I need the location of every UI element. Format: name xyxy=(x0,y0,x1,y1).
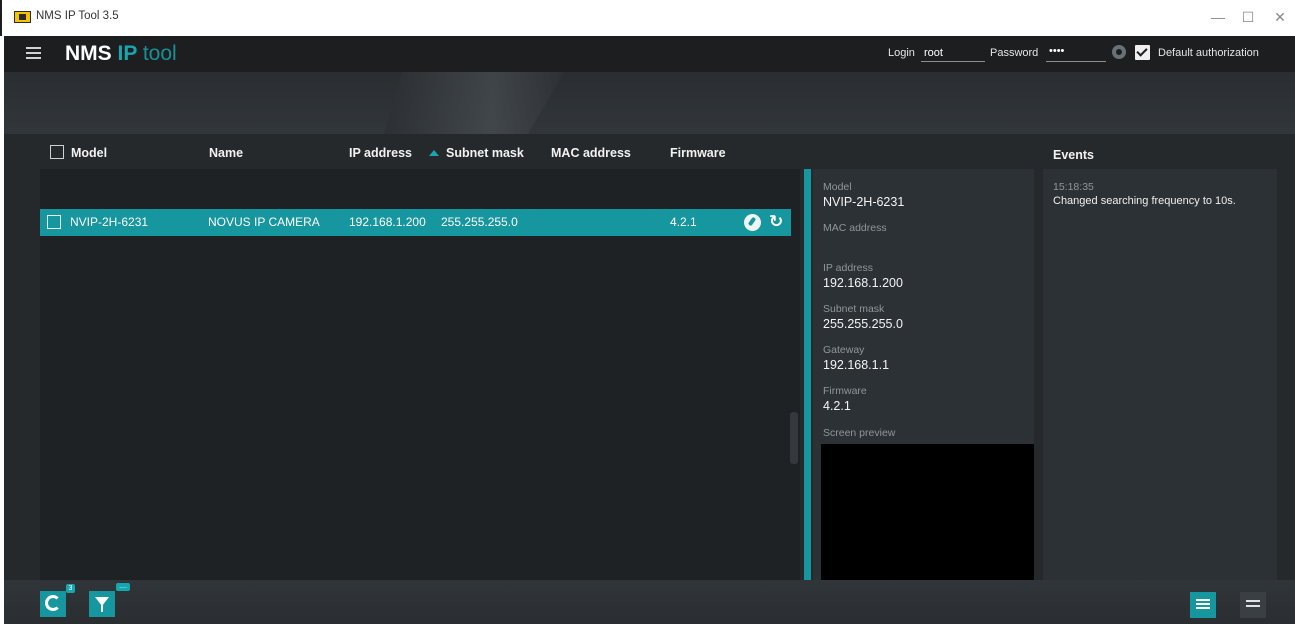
brand-nms: NMS xyxy=(65,42,112,65)
settings-button[interactable] xyxy=(1240,592,1266,618)
app-logo-icon xyxy=(14,11,31,23)
app-window: NMS IP tool Login Password •••• Default … xyxy=(4,36,1295,624)
details-ip-value: 192.168.1.200 xyxy=(823,276,903,290)
event-log-button[interactable] xyxy=(1190,592,1216,618)
login-field[interactable] xyxy=(921,45,985,62)
details-subnet-label: Subnet mask xyxy=(823,303,885,315)
app-header: NMS IP tool Login Password •••• Default … xyxy=(4,36,1295,72)
filter-button[interactable] xyxy=(89,591,115,617)
password-field[interactable]: •••• xyxy=(1046,45,1106,62)
column-header-firmware[interactable]: Firmware xyxy=(670,146,726,160)
details-firmware-label: Firmware xyxy=(823,385,867,397)
details-preview-label: Screen preview xyxy=(823,427,896,439)
panel-splitter[interactable] xyxy=(804,169,811,613)
window-titlebar: NMS IP Tool 3.5 — ☐ ✕ xyxy=(0,0,1295,36)
sort-ascending-icon xyxy=(429,150,439,156)
window-title: NMS IP Tool 3.5 xyxy=(36,10,119,22)
column-header-name[interactable]: Name xyxy=(209,146,243,160)
row-model: NVIP-2H-6231 xyxy=(70,215,149,229)
close-button[interactable]: ✕ xyxy=(1260,6,1295,28)
details-firmware-value: 4.2.1 xyxy=(823,399,851,413)
default-authorization-label: Default authorization xyxy=(1158,47,1259,59)
bottom-toolbar: 3 .... xyxy=(4,580,1295,624)
password-label: Password xyxy=(990,47,1039,59)
hamburger-menu-icon[interactable] xyxy=(26,47,41,59)
event-log-icon xyxy=(1196,599,1210,601)
refresh-button[interactable] xyxy=(40,591,66,617)
device-reset-icon[interactable]: ↻ xyxy=(769,212,783,231)
column-header-model[interactable]: Model xyxy=(71,146,107,160)
main-content: Model Name IP address Subnet mask MAC ad… xyxy=(4,72,1295,613)
settings-sliders-icon xyxy=(1246,600,1260,602)
default-authorization-checkbox[interactable] xyxy=(1135,45,1150,60)
details-model-label: Model xyxy=(823,181,852,193)
events-title: Events xyxy=(1053,148,1094,162)
row-ip-address: 192.168.1.200 xyxy=(349,215,426,229)
column-header-ip-address[interactable]: IP address xyxy=(349,146,412,160)
column-header-mac-address[interactable]: MAC address xyxy=(551,146,631,160)
details-model-value: NVIP-2H-6231 xyxy=(823,195,905,209)
row-checkbox[interactable] xyxy=(47,215,61,229)
column-header-subnet-mask[interactable]: Subnet mask xyxy=(446,146,524,160)
event-time: 15:18:35 xyxy=(1053,181,1094,193)
row-firmware: 4.2.1 xyxy=(670,215,697,229)
brand-ip: IP xyxy=(117,42,137,65)
details-gateway-label: Gateway xyxy=(823,344,865,356)
open-webpage-icon[interactable] xyxy=(744,214,761,231)
panel-collapse-handle[interactable] xyxy=(790,412,798,464)
login-label: Login xyxy=(888,47,915,59)
event-message: Changed searching frequency to 10s. xyxy=(1053,195,1236,207)
row-name: NOVUS IP CAMERA xyxy=(208,215,320,229)
select-all-checkbox[interactable] xyxy=(50,145,64,159)
details-ip-label: IP address xyxy=(823,262,874,274)
screen-preview xyxy=(821,444,1034,602)
filter-icon xyxy=(95,597,109,612)
events-panel xyxy=(1043,169,1277,613)
details-gateway-value: 192.168.1.1 xyxy=(823,358,890,372)
details-mac-label: MAC address xyxy=(823,222,887,234)
filter-badge: .... xyxy=(116,583,130,591)
brand-logo: NMS IP tool xyxy=(65,42,177,66)
refresh-frequency-badge: 3 xyxy=(66,584,75,593)
refresh-icon xyxy=(45,595,61,611)
details-subnet-value: 255.255.255.0 xyxy=(823,317,903,331)
brand-tool: tool xyxy=(142,42,177,65)
row-subnet-mask: 255.255.255.0 xyxy=(441,215,518,229)
show-password-eye-icon[interactable] xyxy=(1112,45,1126,59)
